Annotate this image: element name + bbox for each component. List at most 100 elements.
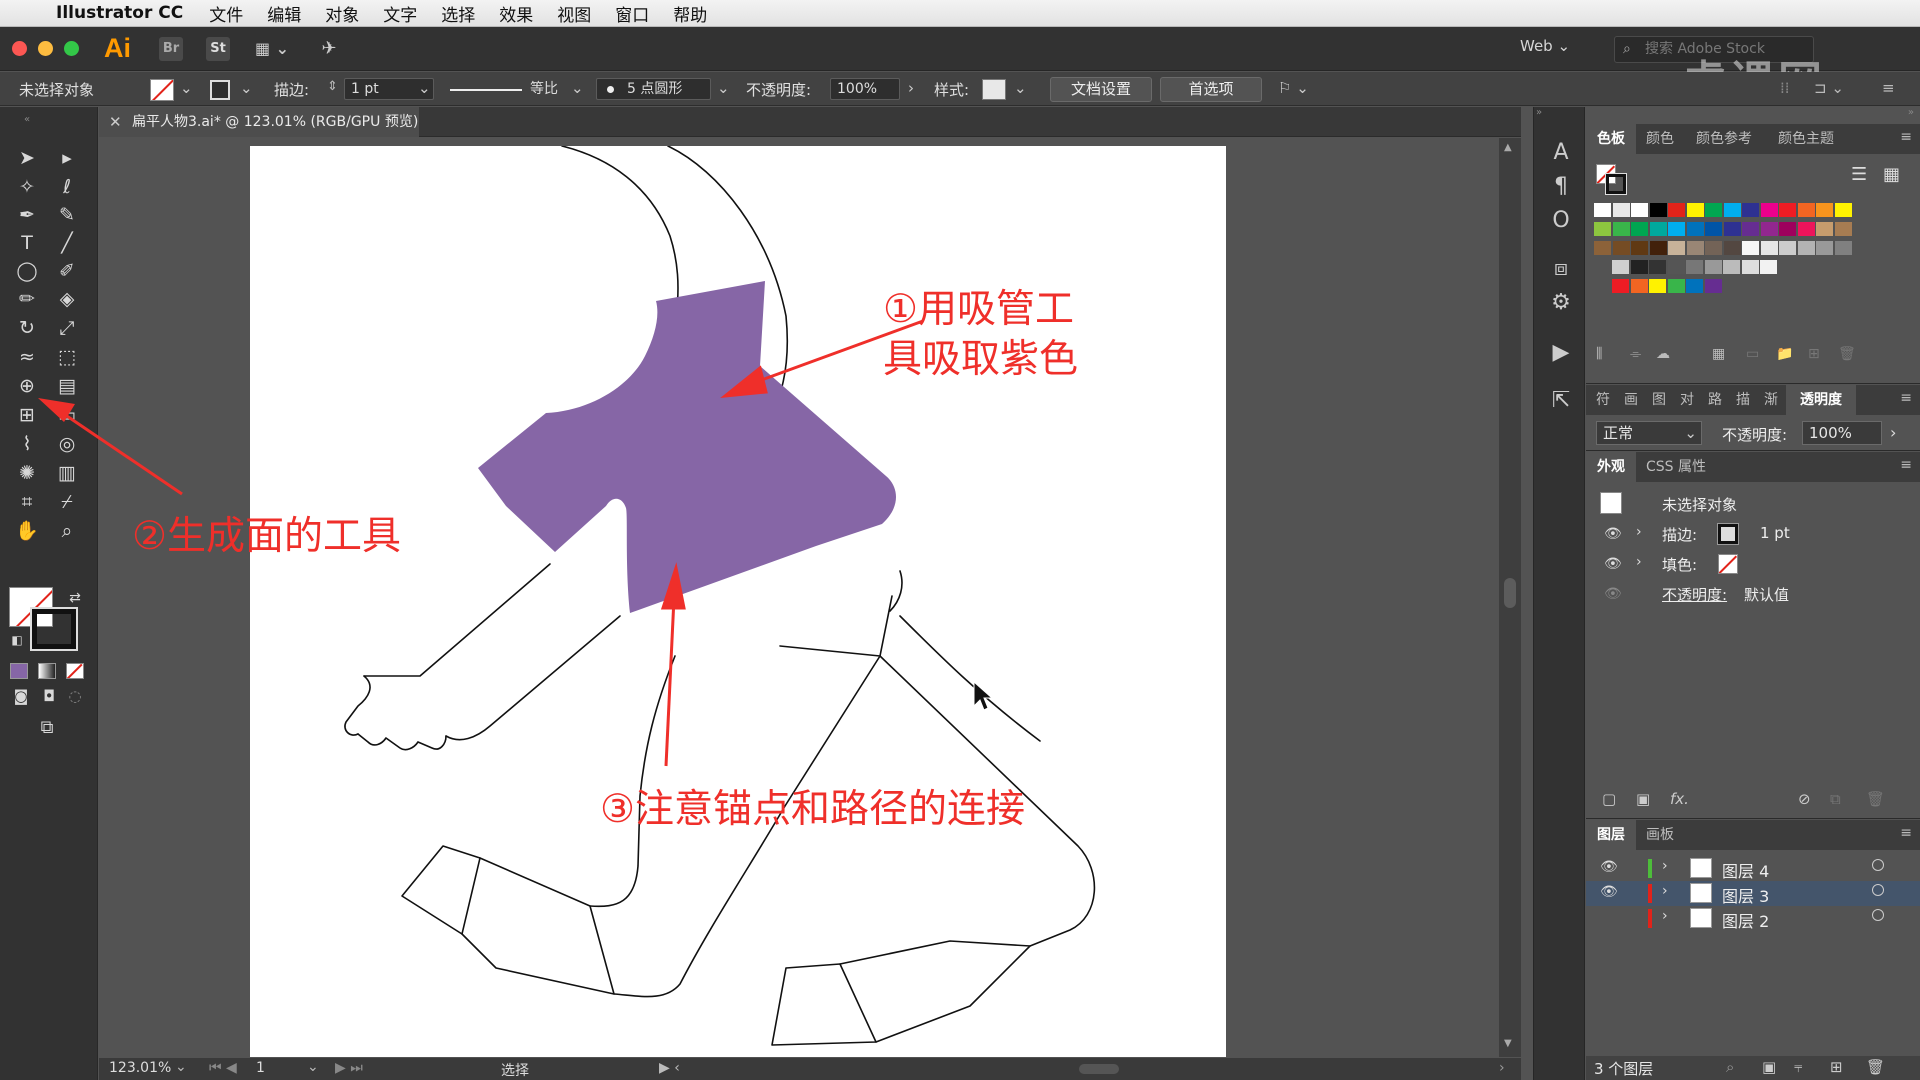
swatch-chip[interactable] <box>1612 279 1629 293</box>
stroke-expand-icon[interactable]: › <box>1636 524 1642 540</box>
profile-dropdown-icon[interactable]: ⌄ <box>571 79 584 97</box>
graphic-style-swatch[interactable] <box>982 79 1006 100</box>
swatch-chip[interactable] <box>1779 203 1796 217</box>
purple-shirt-shape[interactable] <box>478 281 896 613</box>
tab-pathfinder[interactable]: 路 <box>1702 385 1728 415</box>
swatch-chip[interactable] <box>1686 222 1704 236</box>
swatch-chip[interactable] <box>1797 222 1815 236</box>
paintbrush-tool-icon[interactable]: ✐ <box>54 258 80 284</box>
lasso-tool-icon[interactable]: ℓ <box>54 174 80 200</box>
ellipse-tool-icon[interactable]: ◯ <box>14 258 40 284</box>
swatch-chip[interactable] <box>1816 222 1833 236</box>
properties-panel-icon[interactable]: ⚙ <box>1547 289 1575 317</box>
transform-icon[interactable]: ⊐ ⌄ <box>1814 79 1844 97</box>
swatch-chip[interactable] <box>1741 260 1759 274</box>
tab-stroke[interactable]: 描 <box>1730 385 1756 415</box>
stock-button[interactable]: St <box>206 37 230 61</box>
color-mode-button[interactable] <box>10 663 28 679</box>
opacity-arrow-icon[interactable]: › <box>908 79 914 97</box>
swatch-chip[interactable] <box>1631 222 1648 236</box>
column-graph-tool-icon[interactable]: ▥ <box>54 460 80 486</box>
layer-row-4[interactable]: 👁 › 图层 4 <box>1586 856 1920 881</box>
gpu-performance-icon[interactable]: ✈ <box>314 37 344 61</box>
swatch-chip[interactable] <box>1760 241 1778 255</box>
swatch-chip[interactable] <box>1668 203 1685 217</box>
gradient-mode-button[interactable] <box>38 663 56 679</box>
swatch-chip[interactable] <box>1612 222 1630 236</box>
layers-panel-menu-icon[interactable]: ≡ <box>1900 825 1912 841</box>
new-color-group-icon[interactable]: 📁 <box>1776 346 1793 362</box>
document-tab[interactable]: ✕ 扁平人物3.ai* @ 123.01% (RGB/GPU 预览) <box>99 107 419 137</box>
appearance-panel-menu-icon[interactable]: ≡ <box>1900 457 1912 473</box>
layer-3-expand-icon[interactable]: › <box>1662 883 1668 899</box>
layer-4-target-icon[interactable] <box>1872 859 1884 871</box>
scroll-down-icon[interactable]: ▼ <box>1504 1038 1512 1049</box>
zoom-tool-icon[interactable]: ⌕ <box>54 518 80 544</box>
tab-transparency[interactable]: 透明度 <box>1786 385 1856 415</box>
layer-row-3[interactable]: 👁 › 图层 3 <box>1586 881 1920 906</box>
artboard-dropdown-icon[interactable]: ⌄ <box>307 1059 319 1075</box>
layer-3-name[interactable]: 图层 3 <box>1722 883 1769 907</box>
new-sublayer-icon[interactable]: ⫧ <box>1794 1058 1802 1076</box>
layer-row-2[interactable]: › 图层 2 <box>1586 906 1920 931</box>
scroll-right-icon[interactable]: › <box>1499 1060 1505 1076</box>
swatch-chip[interactable] <box>1834 203 1852 217</box>
swatch-chip[interactable] <box>1649 222 1667 236</box>
swatch-chip[interactable] <box>1797 241 1815 255</box>
minimize-window-button[interactable] <box>38 41 53 56</box>
swatch-grid[interactable] <box>1594 203 1910 293</box>
swatch-chip[interactable] <box>1631 241 1648 255</box>
style-dropdown-icon[interactable]: ⌄ <box>1014 79 1027 97</box>
line-tool-icon[interactable]: ╱ <box>54 230 80 256</box>
swatch-chip[interactable] <box>1742 241 1759 255</box>
stroke-swatch[interactable] <box>210 80 230 100</box>
layer-3-target-icon[interactable] <box>1872 884 1884 896</box>
swatch-chip[interactable] <box>1630 279 1648 293</box>
bridge-button[interactable]: Br <box>159 37 183 61</box>
tab-align[interactable]: 对 <box>1674 385 1700 415</box>
symbol-sprayer-tool-icon[interactable]: ✺ <box>14 460 40 486</box>
tab-color[interactable]: 颜色 <box>1638 124 1682 154</box>
swatch-chip[interactable] <box>1668 241 1685 255</box>
appearance-stroke-swatch[interactable] <box>1717 523 1739 545</box>
status-menu-icon[interactable]: ▶ ‹ <box>659 1060 680 1076</box>
dock-collapse-icon[interactable]: » <box>1536 107 1542 118</box>
tab-swatches[interactable]: 色板 <box>1586 124 1636 154</box>
vertical-scrollbar[interactable]: ▲ ▼ <box>1499 138 1521 1057</box>
delete-layer-icon[interactable]: 🗑 <box>1866 1058 1885 1076</box>
tab-artboards[interactable]: 画板 <box>1638 820 1682 850</box>
make-clipping-mask-icon[interactable]: ▣ <box>1762 1058 1776 1076</box>
appearance-stroke-label[interactable]: 描边: <box>1662 524 1697 545</box>
cc-libraries-icon[interactable]: ☁ <box>1656 346 1670 362</box>
stroke-dropdown-chevron-icon[interactable]: ⌄ <box>240 79 253 97</box>
swatch-chip[interactable] <box>1612 203 1630 217</box>
zoom-level-field[interactable]: 123.01% <box>109 1060 171 1076</box>
tab-layers[interactable]: 图层 <box>1586 820 1636 850</box>
rotate-tool-icon[interactable]: ↻ <box>14 315 40 341</box>
swatch-chip[interactable] <box>1760 222 1778 236</box>
transparency-opacity-arrow-icon[interactable]: › <box>1890 423 1896 442</box>
grid-view-icon[interactable]: ▦ <box>1883 164 1900 185</box>
layer-3-eye-icon[interactable]: 👁 <box>1600 884 1618 900</box>
close-tab-icon[interactable]: ✕ <box>109 107 122 137</box>
add-new-fill-icon[interactable]: ▣ <box>1636 790 1650 808</box>
swatch-chip[interactable] <box>1816 241 1833 255</box>
control-bar-menu-icon[interactable]: ≡ <box>1882 79 1895 97</box>
swatch-chip[interactable] <box>1723 241 1741 255</box>
libraries-panel-icon[interactable]: ⧈ <box>1547 255 1575 283</box>
zoom-dropdown-icon[interactable]: ⌄ <box>175 1059 187 1075</box>
swatch-chip[interactable] <box>1686 241 1704 255</box>
screen-mode-icon[interactable]: ⧉ <box>34 715 60 741</box>
transparency-opacity-field[interactable]: 100% <box>1802 421 1882 445</box>
add-new-stroke-icon[interactable]: ▢ <box>1602 790 1616 808</box>
swatch-chip[interactable] <box>1649 241 1667 255</box>
free-transform-tool-icon[interactable]: ⬚ <box>54 344 80 370</box>
swatch-chip[interactable] <box>1630 260 1648 274</box>
duplicate-item-icon[interactable]: ⧉ <box>1830 790 1841 808</box>
swatch-chip[interactable] <box>1686 203 1704 217</box>
brush-dropdown-icon[interactable]: ⌄ <box>717 79 730 97</box>
draw-behind-icon[interactable]: ◘ <box>36 683 62 709</box>
tab-css-properties[interactable]: CSS 属性 <box>1638 452 1714 482</box>
menu-object[interactable]: 对象 <box>325 1 359 26</box>
hand-tool-icon[interactable]: ✋ <box>14 518 40 544</box>
